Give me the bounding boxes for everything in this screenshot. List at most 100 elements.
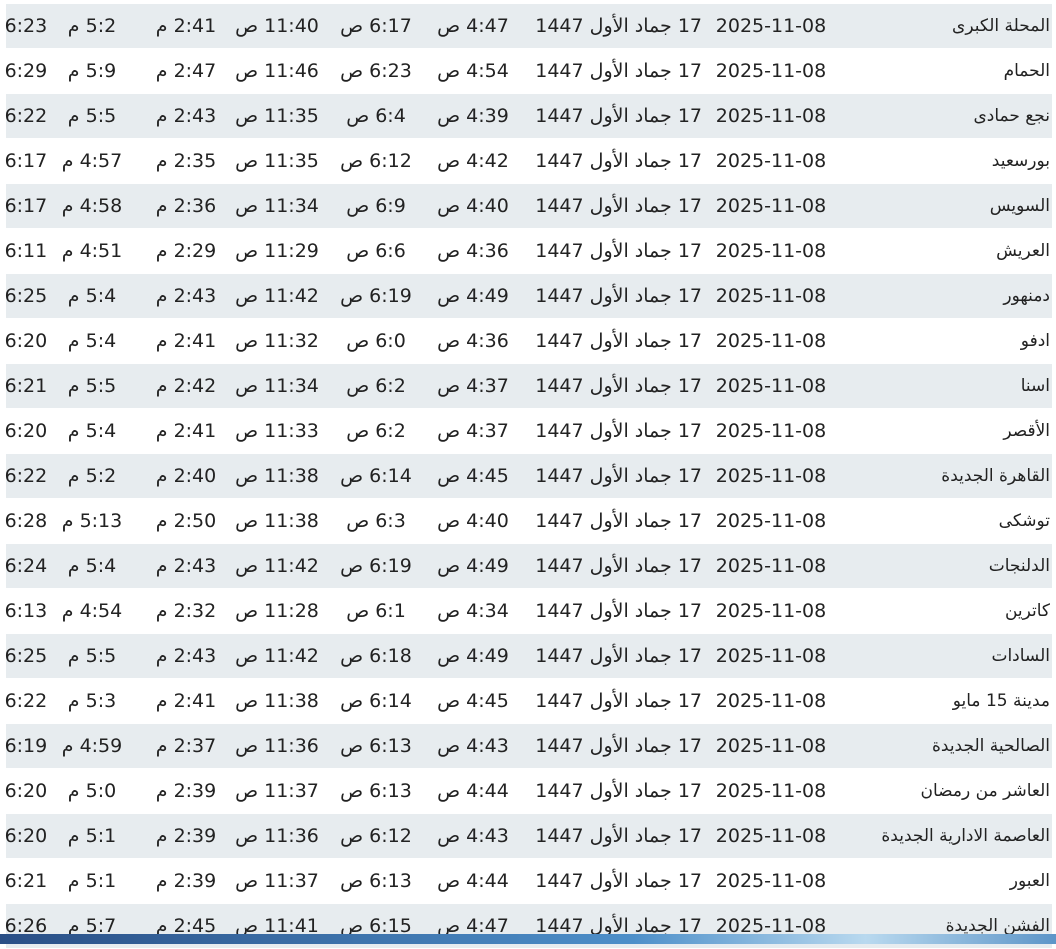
isha-time: 6:25 م bbox=[0, 285, 48, 307]
city-name[interactable]: المحلة الكبرى bbox=[952, 4, 1050, 48]
dhuhr-time: 11:38 ص bbox=[235, 510, 319, 532]
table-row: المحلة الكبرى 2025-11-08 17 جماد الأول 1… bbox=[0, 4, 1052, 49]
hijri-date: 17 جماد الأول 1447 bbox=[535, 285, 702, 307]
city-name[interactable]: الأقصر bbox=[1003, 409, 1050, 453]
fajr-time: 4:39 ص bbox=[437, 105, 509, 127]
city-name[interactable]: ادفو bbox=[1021, 319, 1050, 363]
maghrib-time: 5:9 م bbox=[67, 60, 117, 82]
fajr-time: 4:49 ص bbox=[437, 645, 509, 667]
fajr-time: 4:37 ص bbox=[437, 420, 509, 442]
dhuhr-time: 11:36 ص bbox=[235, 735, 319, 757]
city-name[interactable]: العريش bbox=[996, 229, 1050, 273]
gregorian-date: 2025-11-08 bbox=[715, 600, 827, 622]
sunrise-time: 6:1 ص bbox=[346, 600, 406, 622]
hijri-date: 17 جماد الأول 1447 bbox=[535, 150, 702, 172]
city-name[interactable]: اسنا bbox=[1021, 364, 1050, 408]
gregorian-date: 2025-11-08 bbox=[715, 780, 827, 802]
hijri-date: 17 جماد الأول 1447 bbox=[535, 870, 702, 892]
dhuhr-time: 11:32 ص bbox=[235, 330, 319, 352]
fajr-time: 4:44 ص bbox=[437, 870, 509, 892]
dhuhr-time: 11:35 ص bbox=[235, 105, 319, 127]
sunrise-time: 6:12 ص bbox=[340, 825, 412, 847]
asr-time: 2:35 م bbox=[155, 150, 217, 172]
table-row: كاترين 2025-11-08 17 جماد الأول 1447 4:3… bbox=[0, 589, 1052, 634]
fajr-time: 4:40 ص bbox=[437, 195, 509, 217]
dhuhr-time: 11:29 ص bbox=[235, 240, 319, 262]
maghrib-time: 5:2 م bbox=[67, 465, 117, 487]
table-row: ادفو 2025-11-08 17 جماد الأول 1447 4:36 … bbox=[0, 319, 1052, 364]
city-name[interactable]: نجع حمادى bbox=[973, 94, 1050, 138]
city-name[interactable]: دمنهور bbox=[1003, 274, 1050, 318]
table-row: مدينة 15 مايو 2025-11-08 17 جماد الأول 1… bbox=[0, 679, 1052, 724]
sunrise-time: 6:2 ص bbox=[346, 375, 406, 397]
table-row: السويس 2025-11-08 17 جماد الأول 1447 4:4… bbox=[0, 184, 1052, 229]
isha-time: 6:11 م bbox=[0, 240, 48, 262]
dhuhr-time: 11:38 ص bbox=[235, 690, 319, 712]
hijri-date: 17 جماد الأول 1447 bbox=[535, 825, 702, 847]
city-name[interactable]: كاترين bbox=[1005, 589, 1050, 633]
city-name[interactable]: العاشر من رمضان bbox=[921, 769, 1050, 813]
hijri-date: 17 جماد الأول 1447 bbox=[535, 600, 702, 622]
gregorian-date: 2025-11-08 bbox=[715, 510, 827, 532]
city-name[interactable]: السادات bbox=[991, 634, 1050, 678]
city-name[interactable]: الصالحية الجديدة bbox=[932, 724, 1050, 768]
fajr-time: 4:43 ص bbox=[437, 735, 509, 757]
dhuhr-time: 11:34 ص bbox=[235, 375, 319, 397]
city-name[interactable]: الدلنجات bbox=[989, 544, 1050, 588]
hijri-date: 17 جماد الأول 1447 bbox=[535, 510, 702, 532]
gregorian-date: 2025-11-08 bbox=[715, 285, 827, 307]
asr-time: 2:41 م bbox=[155, 690, 217, 712]
hijri-date: 17 جماد الأول 1447 bbox=[535, 690, 702, 712]
asr-time: 2:32 م bbox=[155, 600, 217, 622]
table-row: العريش 2025-11-08 17 جماد الأول 1447 4:3… bbox=[0, 229, 1052, 274]
asr-time: 2:41 م bbox=[155, 330, 217, 352]
gregorian-date: 2025-11-08 bbox=[715, 870, 827, 892]
dhuhr-time: 11:46 ص bbox=[235, 60, 319, 82]
sunrise-time: 6:13 ص bbox=[340, 735, 412, 757]
hijri-date: 17 جماد الأول 1447 bbox=[535, 465, 702, 487]
fajr-time: 4:54 ص bbox=[437, 60, 509, 82]
table-row: العاصمة الادارية الجديدة 2025-11-08 17 ج… bbox=[0, 814, 1052, 859]
city-name[interactable]: توشكى bbox=[999, 499, 1050, 543]
sunrise-time: 6:14 ص bbox=[340, 465, 412, 487]
prayer-times-table: المحلة الكبرى 2025-11-08 17 جماد الأول 1… bbox=[0, 4, 1052, 949]
gregorian-date: 2025-11-08 bbox=[715, 330, 827, 352]
city-name[interactable]: الحمام bbox=[1004, 49, 1050, 93]
gregorian-date: 2025-11-08 bbox=[715, 465, 827, 487]
isha-time: 6:20 م bbox=[0, 330, 48, 352]
asr-time: 2:39 م bbox=[155, 825, 217, 847]
gregorian-date: 2025-11-08 bbox=[715, 150, 827, 172]
hijri-date: 17 جماد الأول 1447 bbox=[535, 420, 702, 442]
fajr-time: 4:36 ص bbox=[437, 240, 509, 262]
isha-time: 6:22 م bbox=[0, 465, 48, 487]
city-name[interactable]: العاصمة الادارية الجديدة bbox=[881, 814, 1050, 858]
hijri-date: 17 جماد الأول 1447 bbox=[535, 555, 702, 577]
dhuhr-time: 11:42 ص bbox=[235, 645, 319, 667]
city-name[interactable]: مدينة 15 مايو bbox=[953, 679, 1050, 723]
table-row: دمنهور 2025-11-08 17 جماد الأول 1447 4:4… bbox=[0, 274, 1052, 319]
city-name[interactable]: السويس bbox=[990, 184, 1050, 228]
fajr-time: 4:42 ص bbox=[437, 150, 509, 172]
maghrib-time: 5:1 م bbox=[67, 870, 117, 892]
city-name[interactable]: القاهرة الجديدة bbox=[941, 454, 1050, 498]
table-row: الحمام 2025-11-08 17 جماد الأول 1447 4:5… bbox=[0, 49, 1052, 94]
table-row: العاشر من رمضان 2025-11-08 17 جماد الأول… bbox=[0, 769, 1052, 814]
asr-time: 2:43 م bbox=[155, 285, 217, 307]
maghrib-time: 4:59 م bbox=[61, 735, 123, 757]
isha-time: 6:20 م bbox=[0, 420, 48, 442]
sunrise-time: 6:19 ص bbox=[340, 555, 412, 577]
dhuhr-time: 11:36 ص bbox=[235, 825, 319, 847]
isha-time: 6:19 م bbox=[0, 735, 48, 757]
fajr-time: 4:45 ص bbox=[437, 690, 509, 712]
isha-time: 6:20 م bbox=[0, 825, 48, 847]
table-row: الصالحية الجديدة 2025-11-08 17 جماد الأو… bbox=[0, 724, 1052, 769]
sunrise-time: 6:23 ص bbox=[340, 60, 412, 82]
fajr-time: 4:37 ص bbox=[437, 375, 509, 397]
table-row: توشكى 2025-11-08 17 جماد الأول 1447 4:40… bbox=[0, 499, 1052, 544]
city-name[interactable]: العبور bbox=[1010, 859, 1050, 903]
city-name[interactable]: بورسعيد bbox=[992, 139, 1050, 183]
asr-time: 2:43 م bbox=[155, 105, 217, 127]
maghrib-time: 5:13 م bbox=[61, 510, 123, 532]
isha-time: 6:25 م bbox=[0, 645, 48, 667]
asr-time: 2:42 م bbox=[155, 375, 217, 397]
